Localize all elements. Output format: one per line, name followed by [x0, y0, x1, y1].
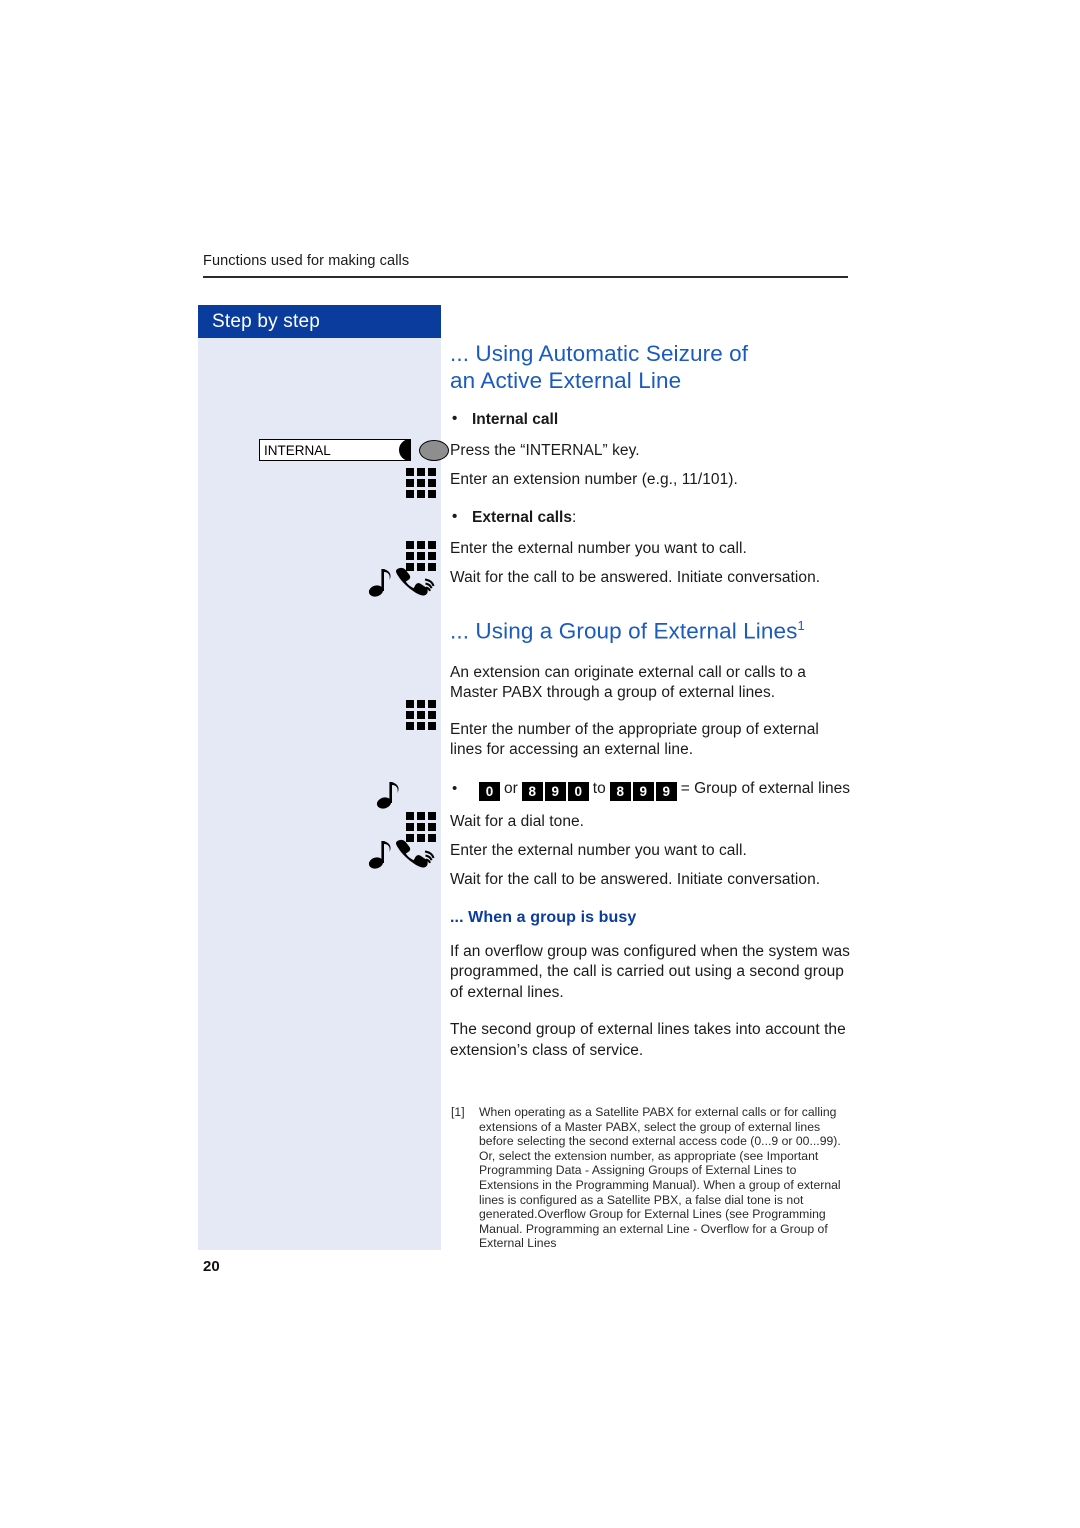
running-header: Functions used for making calls — [203, 253, 410, 269]
keycap-range-start-3[interactable]: 0 — [567, 781, 589, 801]
function-key-led-icon — [419, 439, 449, 461]
function-key-cap-icon — [399, 440, 410, 460]
group-step-3: Wait for the call to be answered. Initia… — [450, 870, 821, 888]
page-number: 20 — [203, 1258, 220, 1275]
keypad-icon — [406, 468, 436, 498]
group-step-2: Enter the external number you want to ca… — [450, 841, 747, 859]
section-heading-2-text: ... Using a Group of External Lines — [450, 618, 798, 644]
internal-call-step-1: Press the “INTERNAL” key. — [450, 442, 640, 459]
internal-function-key[interactable]: INTERNAL — [259, 439, 449, 461]
footnote: [1] When operating as a Satellite PABX f… — [451, 1105, 849, 1251]
tone-handset-icon — [368, 567, 435, 597]
group-paragraph-1: An extension can originate external call… — [450, 663, 806, 702]
group-key-sequence: 0or890to899= Group of external lines — [450, 778, 850, 801]
external-calls-step-1: Enter the external number you want to ca… — [450, 540, 747, 557]
busy-paragraph-2: The second group of external lines takes… — [450, 1021, 846, 1059]
group-paragraph-2: Enter the number of the appropriate grou… — [450, 720, 819, 759]
external-calls-bullet-suffix: : — [571, 509, 577, 526]
sidebar-title: Step by step — [198, 305, 441, 338]
function-key-label-box: INTERNAL — [259, 439, 411, 461]
key-sequence-to: to — [592, 779, 606, 797]
footnote-marker: [1] — [451, 1105, 465, 1119]
header-rule — [203, 276, 848, 278]
keycap-range-end-3[interactable]: 9 — [655, 781, 677, 801]
internal-call-bullet: Internal call — [450, 410, 850, 429]
busy-paragraph-1: If an overflow group was configured when… — [450, 942, 850, 1001]
group-step-1: Wait for a dial tone. — [450, 812, 585, 830]
external-calls-bullet: External calls: — [450, 508, 850, 527]
keycap-range-end-1[interactable]: 8 — [609, 781, 631, 801]
key-sequence-or: or — [504, 779, 518, 797]
keypad-icon — [406, 700, 436, 730]
section-heading-3: ... When a group is busy — [450, 908, 637, 926]
section-heading-1: ... Using Automatic Seizure of an Active… — [450, 340, 850, 394]
tone-handset-icon — [368, 839, 435, 869]
footnote-text: When operating as a Satellite PABX for e… — [479, 1105, 841, 1251]
section-heading-2-footnote-marker: 1 — [797, 618, 805, 633]
main-content: ... Using Automatic Seizure of an Active… — [450, 340, 850, 1061]
section-heading-1-line-1: ... Using Automatic Seizure of — [450, 341, 749, 366]
internal-call-step-2: Enter an extension number (e.g., 11/101)… — [450, 471, 738, 488]
section-heading-2: ... Using a Group of External Lines1 — [450, 612, 850, 645]
tone-icon — [376, 782, 399, 809]
external-calls-bullet-label: External calls — [472, 509, 572, 526]
key-sequence-result: = Group of external lines — [680, 779, 851, 797]
keycap-range-start-2[interactable]: 9 — [544, 781, 566, 801]
keycap-range-end-2[interactable]: 9 — [632, 781, 654, 801]
external-calls-step-2: Wait for the call to be answered. Initia… — [450, 569, 821, 586]
keycap-first[interactable]: 0 — [479, 781, 500, 801]
keycap-range-start-1[interactable]: 8 — [521, 781, 543, 801]
manual-page: Functions used for making calls Step by … — [0, 0, 1080, 1528]
section-heading-1-line-2: an Active External Line — [450, 368, 682, 393]
function-key-label: INTERNAL — [264, 443, 331, 458]
